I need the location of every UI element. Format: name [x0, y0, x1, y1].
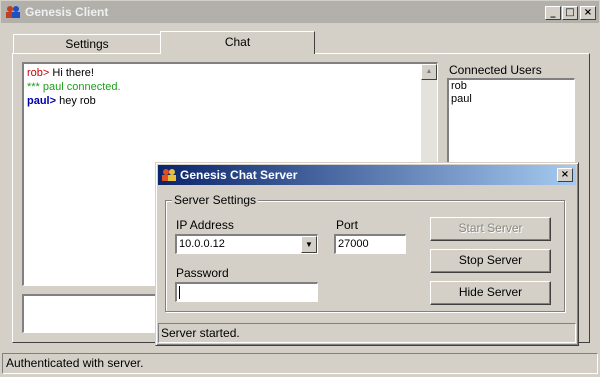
chat-system-message: *** paul connected.: [27, 81, 121, 93]
password-field[interactable]: [175, 282, 318, 302]
server-dialog: Genesis Chat Server × Server Settings IP…: [155, 162, 579, 346]
maximize-button[interactable]: □: [562, 6, 578, 20]
port-label: Port: [336, 218, 359, 232]
start-server-button[interactable]: Start Server: [430, 217, 551, 241]
ip-address-select[interactable]: 10.0.0.12 ▼: [175, 234, 318, 254]
chat-text: hey rob: [56, 95, 96, 107]
dialog-close-button[interactable]: ×: [557, 168, 573, 182]
users-icon: [162, 169, 176, 181]
group-label: Server Settings: [172, 193, 259, 207]
ip-address-value: 10.0.0.12: [179, 238, 225, 250]
text-caret: [179, 286, 180, 299]
list-item[interactable]: rob: [449, 80, 574, 93]
user-list[interactable]: rob paul: [447, 78, 575, 168]
chat-input[interactable]: [22, 294, 162, 333]
chat-nick: paul>: [27, 95, 57, 107]
ip-address-label: IP Address: [176, 218, 234, 232]
title-bar[interactable]: Genesis Client _ □ ×: [1, 1, 599, 23]
chat-text: Hi there!: [49, 67, 94, 79]
stop-server-button[interactable]: Stop Server: [430, 249, 551, 273]
dialog-title: Genesis Chat Server: [180, 168, 298, 182]
password-label: Password: [176, 266, 229, 280]
chat-line: rob> Hi there!: [27, 66, 121, 80]
chat-line: paul> hey rob: [27, 94, 121, 108]
chat-nick: rob>: [27, 67, 50, 79]
dialog-title-bar[interactable]: Genesis Chat Server ×: [158, 165, 576, 185]
hide-server-button[interactable]: Hide Server: [430, 281, 551, 305]
main-window: Genesis Client _ □ × Settings Chat rob> …: [0, 0, 600, 377]
dialog-status-bar: Server started.: [158, 323, 576, 343]
chat-line: *** paul connected.: [27, 80, 121, 94]
window-title: Genesis Client: [25, 5, 109, 19]
connected-users-label: Connected Users: [449, 63, 542, 77]
tab-settings[interactable]: Settings: [13, 34, 161, 53]
list-item[interactable]: paul: [449, 93, 574, 106]
chevron-down-icon[interactable]: ▼: [301, 236, 317, 253]
status-bar: Authenticated with server.: [2, 353, 598, 374]
close-button[interactable]: ×: [580, 6, 596, 20]
tab-chat[interactable]: Chat: [160, 31, 315, 54]
port-field[interactable]: 27000: [334, 234, 406, 254]
minimize-button[interactable]: _: [545, 6, 561, 20]
users-icon: [6, 6, 20, 18]
arrow-up-icon[interactable]: ▲: [421, 64, 437, 80]
